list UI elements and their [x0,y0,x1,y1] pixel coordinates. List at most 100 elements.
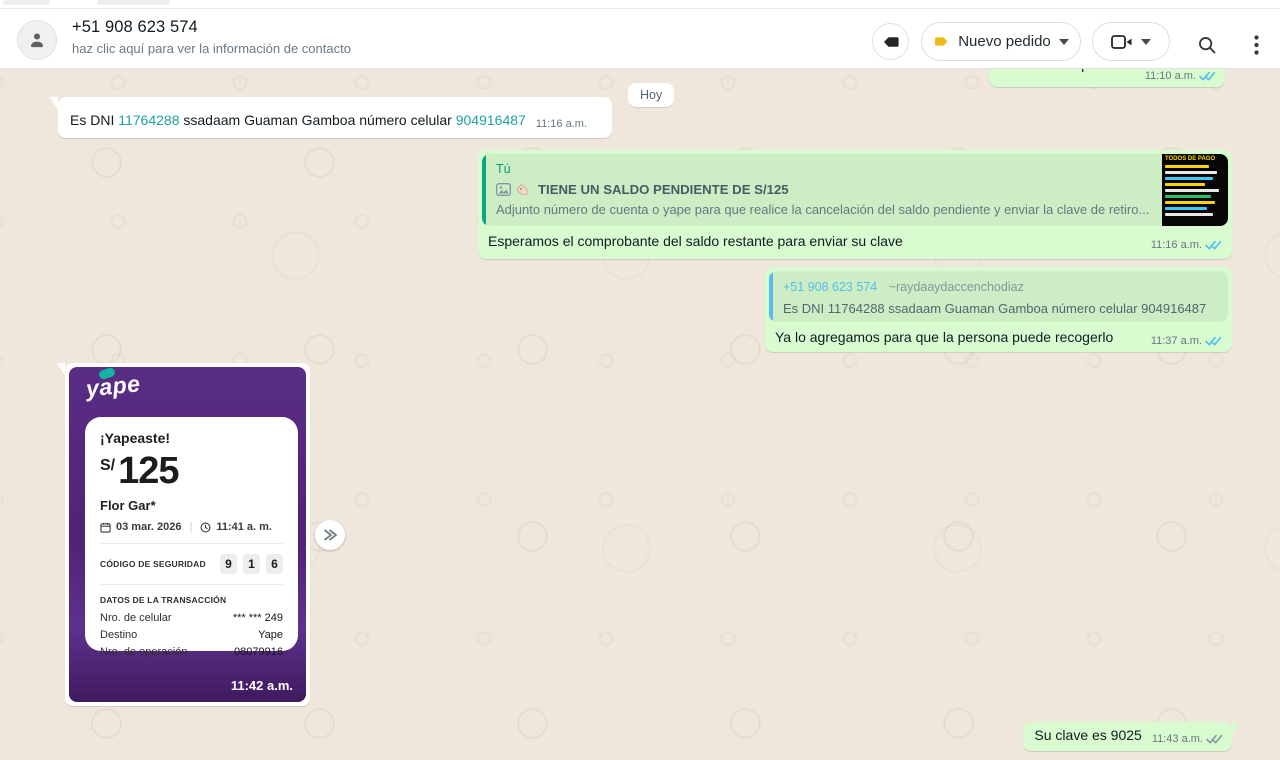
transaction-data-label: DATOS DE LA TRANSACCIÓN [100,595,283,605]
thumb-line [1165,201,1215,204]
tag-emoji-icon [517,182,532,197]
date-divider: Hoy [628,83,674,107]
message-outgoing-agregamos[interactable]: +51 908 623 574 ~raydaaydaccenchodiaz Es… [765,267,1232,352]
security-digit: 6 [266,554,283,574]
phone-link[interactable]: 904916487 [456,112,526,128]
thumb-line [1165,183,1205,186]
message-incoming-dni[interactable]: Es DNI 11764288 ssadaam Guaman Gamboa nú… [58,97,612,138]
dni-link[interactable]: 11764288 [118,112,179,128]
message-time: 11:10 a.m. [1145,70,1196,82]
receipt-payee: Flor Gar* [100,498,283,513]
kebab-menu-icon [1254,35,1259,55]
row-label: Nro. de celular [100,612,172,624]
contact-subtitle: haz clic aquí para ver la información de… [72,41,351,56]
row-value: Yape [258,629,283,641]
quote-sender: +51 908 623 574 [783,280,877,294]
label-tag-icon [881,32,901,52]
new-order-label: Nuevo pedido [958,33,1051,50]
read-receipt-icon [1199,71,1216,82]
message-text: Es DNI 11764288 ssadaam Guaman Gamboa nú… [70,111,526,130]
quote-author: ~raydaaydaccenchodiaz [889,280,1024,294]
quote-bar [769,271,773,322]
person-icon [26,29,48,51]
message-outgoing-clave[interactable]: Su clave es 9025 11:43 a.m. [1023,722,1232,751]
message-text: Ya lo agregamos para que la persona pued… [775,328,1113,347]
search-button[interactable] [1192,30,1222,60]
message-text: Su clave es 9025 [1034,726,1141,745]
receipt-time: 11:41 a. m. [216,521,272,533]
receipt-date: 03 mar. 2026 [116,521,181,533]
yape-receipt-image[interactable]: yape ¡Yapeaste! S/ 125 Flor Gar* 03 mar.… [69,367,306,702]
chat-header: +51 908 623 574 haz clic aquí para ver l… [0,9,1280,69]
receipt-currency: S/ [100,457,115,475]
quoted-message[interactable]: Tú TIENE UN SALDO PENDIENTE DE S/125 Adj… [482,154,1228,226]
message-text-part: ssadaam Guaman Gamboa número celular [179,112,455,128]
thumb-line [1165,213,1213,216]
separator: | [186,521,195,533]
message-time: 11:16 a.m. [536,118,587,130]
search-icon [1196,34,1218,56]
message-text-part: Es DNI [70,112,118,128]
divider [100,543,283,544]
receipt-card: ¡Yapeaste! S/ 125 Flor Gar* 03 mar. 2026… [85,417,298,651]
quote-thumbnail-image: TODOS DE PAGO [1162,154,1228,226]
message-time: 11:43 a.m. [1152,733,1203,745]
quote-sender: Tú [496,162,1216,176]
quote-bar [482,154,486,226]
security-digit: 1 [243,554,260,574]
top-strip-fragment [3,0,50,5]
message-time: 11:42 a.m. [231,678,293,693]
divider [100,584,283,585]
message-time: 11:16 a.m. [1151,239,1202,251]
security-code-label: CÓDIGO DE SEGURIDAD [100,559,206,569]
quote-text: Es DNI 11764288 ssadaam Guaman Gamboa nú… [783,301,1216,316]
clock-icon [200,522,211,533]
receipt-title: ¡Yapeaste! [100,430,283,446]
quote-description: Adjunto número de cuenta o yape para que… [496,202,1156,217]
photo-icon [496,183,511,196]
date-divider-label: Hoy [640,88,662,102]
chevron-down-icon [1059,39,1069,45]
read-receipt-icon [1205,240,1222,251]
row-label: Nro. de operación [100,646,187,658]
security-digit: 9 [220,554,237,574]
video-call-button[interactable] [1092,22,1170,61]
security-code-digits: 9 1 6 [220,554,283,574]
message-outgoing-saldo[interactable]: Tú TIENE UN SALDO PENDIENTE DE S/125 Adj… [478,150,1232,259]
message-incoming-receipt[interactable]: yape ¡Yapeaste! S/ 125 Flor Gar* 03 mar.… [65,363,310,706]
thumb-line [1165,189,1219,192]
receipt-row: Destino Yape [100,629,283,641]
receipt-amount: 125 [118,453,178,489]
delivered-receipt-icon [1206,734,1223,745]
thumb-line [1165,195,1211,198]
quote-title: TIENE UN SALDO PENDIENTE DE S/125 [538,182,789,197]
top-strip-fragment [97,0,170,5]
thumb-line [1165,171,1217,174]
labels-button[interactable] [872,23,909,60]
message-time: 11:37 a.m. [1151,335,1202,347]
message-text: Esperamos el comprobante del saldo resta… [488,232,903,251]
thumb-line [1165,165,1209,168]
row-value: 08079916 [234,646,283,658]
menu-button[interactable] [1241,30,1271,60]
order-tag-icon [933,33,950,50]
yape-logo: yape [85,370,142,403]
contact-avatar[interactable] [17,20,57,60]
message-outgoing-partial[interactable]: Si me indica por favor 11:10 a.m. [989,69,1225,87]
window-top-strip [0,0,1280,9]
calendar-icon [100,522,111,533]
video-camera-icon [1111,34,1133,50]
receipt-row: Nro. de operación 08079916 [100,646,283,658]
contact-name: +51 908 623 574 [72,18,351,37]
forward-message-button[interactable] [315,520,345,550]
thumbnail-title: TODOS DE PAGO [1165,156,1225,162]
quoted-message[interactable]: +51 908 623 574 ~raydaaydaccenchodiaz Es… [769,271,1228,322]
forward-arrow-icon [321,528,339,542]
new-order-button[interactable]: Nuevo pedido [921,22,1081,61]
read-receipt-icon [1205,336,1222,347]
chevron-down-icon [1141,39,1151,45]
whatsapp-chat-window: +51 908 623 574 haz clic aquí para ver l… [0,0,1280,760]
thumb-line [1165,207,1207,210]
receipt-row: Nro. de celular *** *** 249 [100,612,283,624]
contact-info[interactable]: +51 908 623 574 haz clic aquí para ver l… [72,18,351,56]
